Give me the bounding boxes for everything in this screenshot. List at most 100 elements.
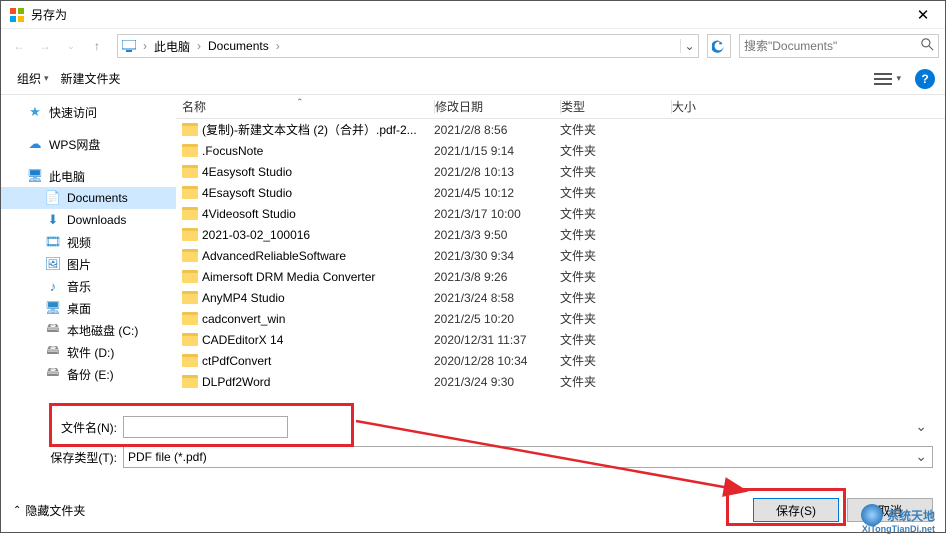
table-row[interactable]: .FocusNote2021/1/15 9:14文件夹	[176, 140, 945, 161]
file-list: 名称⌃ 修改日期 类型 大小 (复制)-新建文本文档 (2)（合并）.pdf-2…	[176, 95, 945, 410]
table-row[interactable]: 2021-03-02_1000162021/3/3 9:50文件夹	[176, 224, 945, 245]
cancel-button[interactable]: 取消	[847, 498, 933, 522]
folder-icon	[182, 270, 198, 283]
folder-icon	[182, 207, 198, 220]
star-icon: ★	[27, 104, 43, 120]
file-type: 文件夹	[560, 226, 671, 243]
col-name[interactable]: 名称⌃	[176, 98, 434, 115]
document-icon: 📄	[45, 190, 61, 206]
sidebar-music[interactable]: ♪音乐	[1, 275, 176, 297]
file-name: CADEditorX 14	[202, 333, 283, 347]
file-name: cadconvert_win	[202, 312, 285, 326]
sidebar-disk-e[interactable]: 🖴备份 (E:)	[1, 363, 176, 385]
cloud-icon: ☁	[27, 136, 43, 152]
breadcrumb[interactable]: › 此电脑 › Documents › ⌄	[117, 34, 699, 58]
save-button[interactable]: 保存(S)	[753, 498, 839, 522]
col-type[interactable]: 类型	[561, 98, 671, 115]
table-row[interactable]: 4Easysoft Studio2021/2/8 10:13文件夹	[176, 161, 945, 182]
organize-menu[interactable]: 组织▾	[11, 70, 55, 87]
disk-icon: 🖴	[45, 366, 61, 382]
chevron-up-icon: ⌃	[13, 505, 21, 516]
recent-dropdown[interactable]: ⌄	[59, 34, 83, 58]
file-name: (复制)-新建文本文档 (2)（合并）.pdf-2...	[202, 121, 417, 138]
sidebar-this-pc[interactable]: 🖥此电脑	[1, 165, 176, 187]
search-icon[interactable]	[921, 38, 934, 54]
sidebar-wps[interactable]: ☁WPS网盘	[1, 133, 176, 155]
col-size[interactable]: 大小	[672, 98, 772, 115]
table-row[interactable]: CADEditorX 142020/12/31 11:37文件夹	[176, 329, 945, 350]
table-row[interactable]: cadconvert_win2021/2/5 10:20文件夹	[176, 308, 945, 329]
pc-icon	[118, 40, 140, 52]
forward-button[interactable]: →	[33, 34, 57, 58]
sidebar-desktop[interactable]: 🖥桌面	[1, 297, 176, 319]
column-headers: 名称⌃ 修改日期 类型 大小	[176, 95, 945, 119]
save-form: 文件名(N): 保存类型(T):	[1, 410, 945, 468]
col-date[interactable]: 修改日期	[435, 98, 560, 115]
back-button[interactable]: ←	[7, 34, 31, 58]
folder-icon	[182, 228, 198, 241]
sidebar-documents[interactable]: 📄Documents	[1, 187, 176, 209]
file-type: 文件夹	[560, 247, 671, 264]
list-icon	[874, 73, 892, 85]
chevron-right-icon: ›	[140, 39, 150, 53]
titlebar: 另存为 ✕	[1, 1, 945, 29]
file-date: 2021/2/5 10:20	[434, 312, 560, 326]
search-box[interactable]	[739, 34, 939, 58]
table-row[interactable]: DLPdf2Word2021/3/24 9:30文件夹	[176, 371, 945, 392]
file-date: 2021/2/8 10:13	[434, 165, 560, 179]
close-button[interactable]: ✕	[901, 1, 945, 29]
table-row[interactable]: Aimersoft DRM Media Converter2021/3/8 9:…	[176, 266, 945, 287]
table-row[interactable]: 4Videosoft Studio2021/3/17 10:00文件夹	[176, 203, 945, 224]
footer: ⌃隐藏文件夹 保存(S) 取消	[1, 488, 945, 532]
file-date: 2021/1/15 9:14	[434, 144, 560, 158]
download-icon: ⬇	[45, 212, 61, 228]
sidebar-quick-access[interactable]: ★快速访问	[1, 101, 176, 123]
hide-folders-link[interactable]: ⌃隐藏文件夹	[13, 502, 85, 519]
file-name: AdvancedReliableSoftware	[202, 249, 346, 263]
file-name: 2021-03-02_100016	[202, 228, 310, 242]
filetype-select[interactable]	[123, 446, 933, 468]
disk-icon: 🖴	[45, 344, 61, 360]
new-folder-button[interactable]: 新建文件夹	[55, 70, 127, 87]
refresh-button[interactable]	[707, 34, 731, 58]
folder-icon	[182, 333, 198, 346]
breadcrumb-documents[interactable]: Documents	[204, 39, 273, 53]
folder-icon	[182, 144, 198, 157]
breadcrumb-pc[interactable]: 此电脑	[150, 38, 194, 55]
sidebar-videos[interactable]: 🎞视频	[1, 231, 176, 253]
file-type: 文件夹	[560, 289, 671, 306]
sidebar-downloads[interactable]: ⬇Downloads	[1, 209, 176, 231]
folder-icon	[182, 312, 198, 325]
file-date: 2021/2/8 8:56	[434, 123, 560, 137]
file-rows[interactable]: (复制)-新建文本文档 (2)（合并）.pdf-2... 2021/2/8 8:5…	[176, 119, 945, 410]
table-row[interactable]: ctPdfConvert2020/12/28 10:34文件夹	[176, 350, 945, 371]
sidebar-disk-c[interactable]: 🖴本地磁盘 (C:)	[1, 319, 176, 341]
sidebar-disk-d[interactable]: 🖴软件 (D:)	[1, 341, 176, 363]
file-date: 2020/12/28 10:34	[434, 354, 560, 368]
file-name: 4Esaysoft Studio	[202, 186, 292, 200]
table-row[interactable]: AdvancedReliableSoftware2021/3/30 9:34文件…	[176, 245, 945, 266]
table-row[interactable]: (复制)-新建文本文档 (2)（合并）.pdf-2... 2021/2/8 8:5…	[176, 119, 945, 140]
up-button[interactable]: ↑	[85, 34, 109, 58]
table-row[interactable]: AnyMP4 Studio2021/3/24 8:58文件夹	[176, 287, 945, 308]
video-icon: 🎞	[45, 234, 61, 250]
file-name: .FocusNote	[202, 144, 263, 158]
app-icon	[9, 7, 25, 23]
file-name: DLPdf2Word	[202, 375, 270, 389]
folder-icon	[182, 249, 198, 262]
file-type: 文件夹	[560, 205, 671, 222]
view-options-button[interactable]: ▾	[870, 73, 905, 85]
filename-input[interactable]	[123, 416, 288, 438]
file-type: 文件夹	[560, 331, 671, 348]
file-name: Aimersoft DRM Media Converter	[202, 270, 375, 284]
sidebar-pictures[interactable]: 🖼图片	[1, 253, 176, 275]
search-input[interactable]	[744, 39, 921, 53]
folder-icon	[182, 354, 198, 367]
breadcrumb-dropdown[interactable]: ⌄	[680, 39, 698, 53]
help-icon[interactable]: ?	[915, 69, 935, 89]
filename-label: 文件名(N):	[13, 419, 123, 436]
picture-icon: 🖼	[45, 256, 61, 272]
table-row[interactable]: 4Esaysoft Studio2021/4/5 10:12文件夹	[176, 182, 945, 203]
disk-icon: 🖴	[45, 322, 61, 338]
sidebar[interactable]: ★快速访问 ☁WPS网盘 🖥此电脑 📄Documents ⬇Downloads …	[1, 95, 176, 410]
